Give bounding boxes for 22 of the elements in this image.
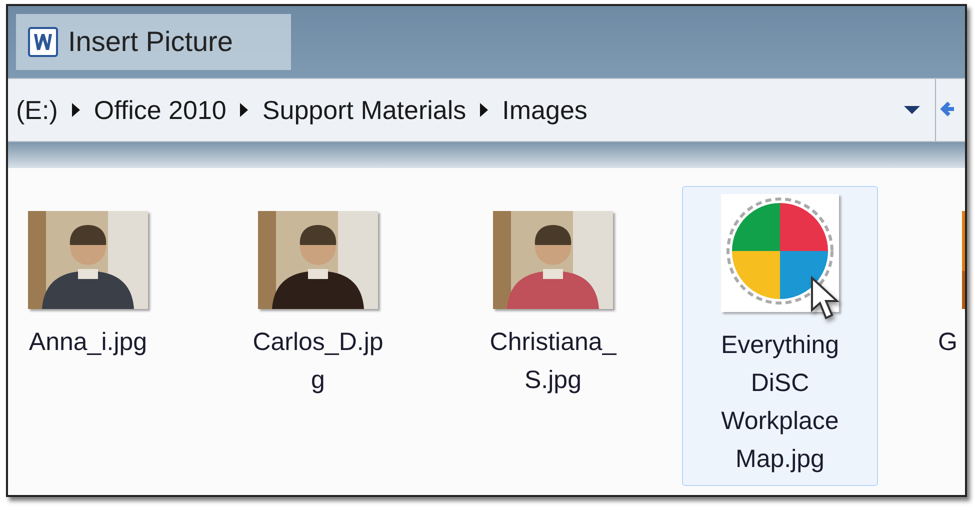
window-title: Insert Picture: [68, 25, 233, 59]
file-item[interactable]: Christiana_ S.jpg: [455, 186, 651, 400]
file-name: Carlos_D.jp g: [252, 327, 384, 396]
file-name: G: [938, 327, 958, 358]
back-arrow-icon[interactable]: [940, 99, 954, 119]
breadcrumb-item[interactable]: Support Materials: [262, 90, 466, 130]
mouse-pointer-icon: [810, 276, 840, 322]
dropdown-arrow-icon[interactable]: [904, 106, 920, 114]
file-item[interactable]: G: [933, 186, 965, 362]
file-name: Everything DiSC Workplace Map.jpg: [720, 330, 840, 475]
file-name: Christiana_ S.jpg: [490, 327, 616, 396]
file-name: Anna_i.jpg: [28, 327, 148, 358]
word-app-icon: [28, 27, 58, 57]
file-item[interactable]: Carlos_D.jp g: [220, 186, 416, 400]
chevron-icon[interactable]: [240, 103, 248, 117]
file-item[interactable]: Anna_i.jpg: [8, 186, 186, 362]
breadcrumb-item[interactable]: Office 2010: [94, 90, 226, 130]
chevron-icon[interactable]: [480, 103, 488, 117]
chevron-icon[interactable]: [72, 103, 80, 117]
file-item[interactable]: Everything DiSC Workplace Map.jpg: [682, 186, 878, 486]
breadcrumb-item[interactable]: Images: [502, 90, 588, 130]
breadcrumb-item[interactable]: (E:): [16, 90, 58, 130]
